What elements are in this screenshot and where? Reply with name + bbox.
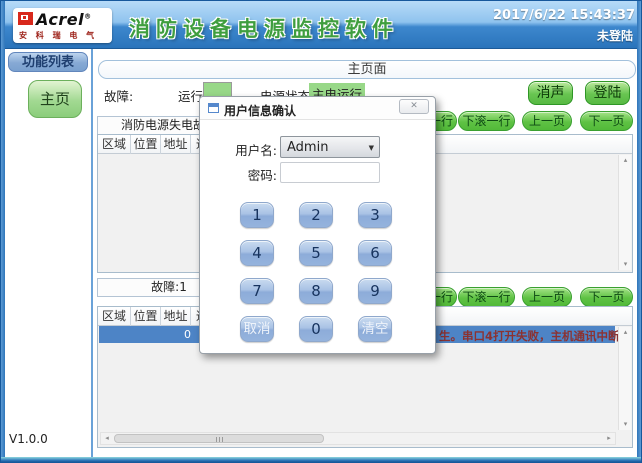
table2-vertical-scrollbar[interactable]: ▴ ▾ xyxy=(618,327,631,430)
user-info-dialog: 用户信息确认 ✕ 用户名: Admin ▼ 密码: 1 2 3 4 5 6 7 … xyxy=(199,96,436,354)
window-frame-bottom xyxy=(1,457,642,462)
scroll-right-icon[interactable]: ▸ xyxy=(603,433,615,444)
keypad-cancel-button[interactable]: 取消 xyxy=(240,316,274,342)
username-select[interactable]: Admin ▼ xyxy=(280,136,380,158)
table1-vertical-scrollbar[interactable]: ▴ ▾ xyxy=(618,155,631,270)
registered-mark-icon: ® xyxy=(84,13,92,21)
login-button[interactable]: 登陆 xyxy=(585,81,630,105)
dialog-title: 用户信息确认 xyxy=(224,102,296,119)
keypad-3-button[interactable]: 3 xyxy=(358,202,392,228)
mute-button[interactable]: 消声 xyxy=(528,81,573,105)
table1-col-position: 位置 xyxy=(131,135,161,154)
table1-col-area: 区域 xyxy=(98,135,131,154)
scroll-up-icon[interactable]: ▴ xyxy=(619,327,632,338)
scrollbar-thumb[interactable] xyxy=(114,434,324,443)
scroll-up-icon[interactable]: ▴ xyxy=(619,155,632,166)
keypad-1-button[interactable]: 1 xyxy=(240,202,274,228)
keypad-9-button[interactable]: 9 xyxy=(358,278,392,304)
keypad-7-button[interactable]: 7 xyxy=(240,278,274,304)
table1-next-page-button[interactable]: 下一页 xyxy=(580,111,633,131)
scroll-left-icon[interactable]: ◂ xyxy=(101,433,113,444)
app-title: 消防设备电源监控软件 xyxy=(129,13,399,43)
keypad-5-button[interactable]: 5 xyxy=(299,240,333,266)
keypad-4-button[interactable]: 4 xyxy=(240,240,274,266)
app-window: Acrel® 安 科 瑞 电 气 消防设备电源监控软件 2017/6/22 15… xyxy=(0,0,642,463)
table2-next-page-button[interactable]: 下一页 xyxy=(580,287,633,307)
table2-horizontal-scrollbar[interactable]: ◂ ▸ xyxy=(100,432,616,445)
page-title: 主页面 xyxy=(98,60,636,79)
form-icon xyxy=(208,103,219,113)
scroll-down-icon[interactable]: ▾ xyxy=(619,259,632,270)
acrel-logo-icon xyxy=(18,12,33,25)
fault-row-address: 0 xyxy=(184,328,191,341)
chevron-down-icon[interactable]: ▼ xyxy=(369,144,374,152)
keypad-0-button[interactable]: 0 xyxy=(299,316,333,342)
password-field[interactable] xyxy=(280,162,380,183)
close-icon[interactable]: ✕ xyxy=(399,99,429,114)
table2-col-address: 地址 xyxy=(161,307,191,326)
login-status-label: 未登陆 xyxy=(597,27,633,44)
window-frame-left xyxy=(1,1,5,463)
table2-prev-page-button[interactable]: 上一页 xyxy=(522,287,572,307)
table2-col-position: 位置 xyxy=(131,307,161,326)
keypad-2-button[interactable]: 2 xyxy=(299,202,333,228)
keypad-8-button[interactable]: 8 xyxy=(299,278,333,304)
scroll-down-icon[interactable]: ▾ xyxy=(619,419,632,430)
sidebar-function-list-tab[interactable]: 功能列表 xyxy=(8,52,88,72)
acrel-logo: Acrel® 安 科 瑞 电 气 xyxy=(13,8,112,43)
header-bar: Acrel® 安 科 瑞 电 气 消防设备电源监控软件 2017/6/22 15… xyxy=(1,1,642,49)
dialog-titlebar[interactable]: 用户信息确认 ✕ xyxy=(200,97,435,120)
table2-scroll-down-button[interactable]: 下滚一行 xyxy=(458,287,515,307)
username-value: Admin xyxy=(287,140,328,155)
fault-row-message: 生。串口4打开失败，主机通讯中断。 xyxy=(439,328,631,344)
table1-scroll-down-button[interactable]: 下滚一行 xyxy=(458,111,515,131)
password-label: 密码: xyxy=(200,165,277,184)
window-frame-right xyxy=(637,1,641,463)
brand-name: Acrel® xyxy=(36,10,92,29)
brand-subtitle: 安 科 瑞 电 气 xyxy=(19,30,97,41)
datetime-label: 2017/6/22 15:43:37 xyxy=(493,8,635,23)
username-label: 用户名: xyxy=(200,140,277,159)
keypad-6-button[interactable]: 6 xyxy=(358,240,392,266)
version-label: V1.0.0 xyxy=(9,432,48,446)
table1-prev-page-button[interactable]: 上一页 xyxy=(522,111,572,131)
fault-label: 故障: xyxy=(104,86,133,105)
table1-col-address: 地址 xyxy=(161,135,191,154)
sidebar-item-home[interactable]: 主页 xyxy=(28,80,82,118)
keypad-clear-button[interactable]: 清空 xyxy=(358,316,392,342)
table2-col-area: 区域 xyxy=(98,307,131,326)
